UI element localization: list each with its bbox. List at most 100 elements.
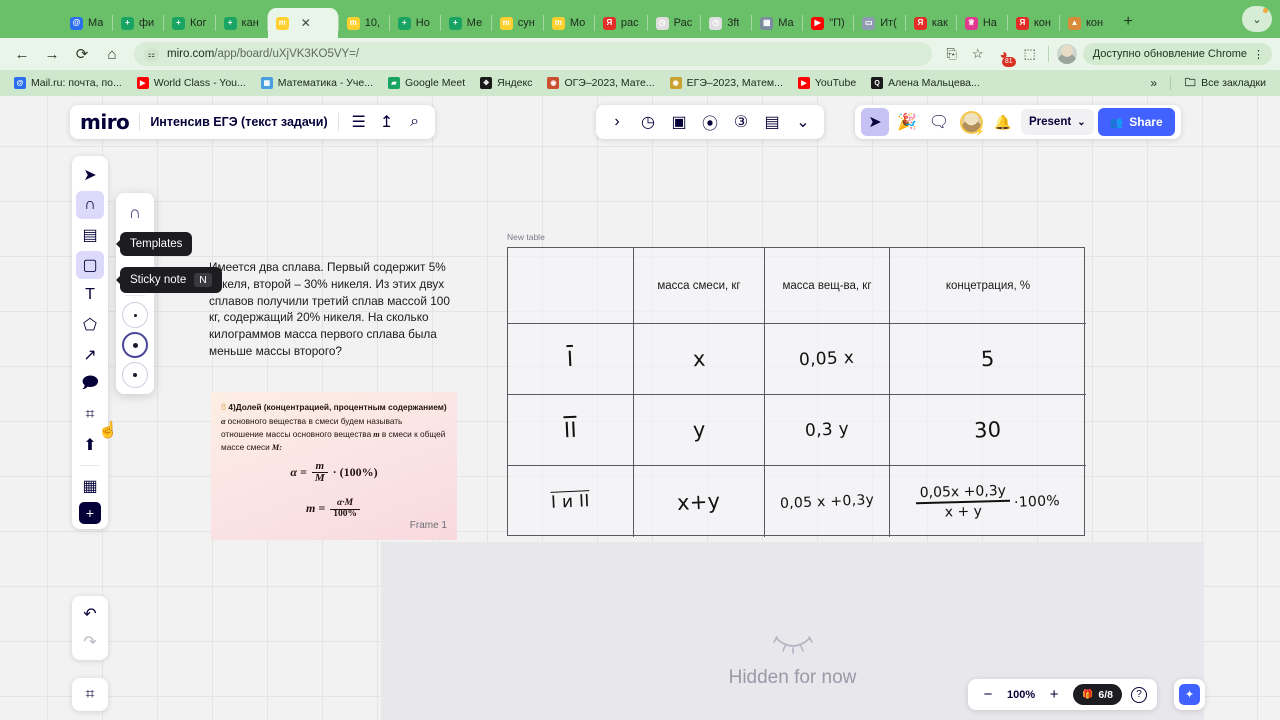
back-button[interactable]: ← bbox=[8, 40, 36, 68]
miro-canvas[interactable]: Имеется два сплава. Первый содержит 5% н… bbox=[0, 96, 1280, 720]
upload-icon[interactable]: ↥ bbox=[377, 112, 397, 132]
table-row-3-conc[interactable]: 0,05x +0,3y x + y ·100% bbox=[890, 466, 1086, 537]
tool-table-tool[interactable]: ▦ bbox=[76, 472, 104, 500]
extensions-puzzle-icon[interactable]: ⬚ bbox=[1018, 42, 1042, 66]
table-row-1-substance[interactable]: 0,05 x bbox=[765, 324, 890, 395]
board-title[interactable]: Интенсив ЕГЭ (текст задачи) bbox=[150, 115, 327, 129]
present-button[interactable]: Present ⌄ bbox=[1021, 109, 1094, 135]
browser-tab-9[interactable]: m Мо bbox=[544, 8, 594, 38]
timer-icon[interactable]: ◷ bbox=[635, 109, 661, 135]
tool-templates-tool[interactable]: ▤ bbox=[76, 221, 104, 249]
notifications-icon[interactable]: 🔔 bbox=[989, 108, 1017, 136]
browser-tab-1[interactable]: + фи bbox=[113, 8, 163, 38]
home-button[interactable]: ⌂ bbox=[98, 40, 126, 68]
site-settings-icon[interactable]: ⚏ bbox=[144, 46, 159, 62]
zoom-out-button[interactable]: − bbox=[978, 685, 998, 705]
miro-ai-button[interactable]: ✦ bbox=[1174, 679, 1205, 710]
bookmark-item-0[interactable]: @ Mail.ru: почта, по... bbox=[8, 75, 128, 91]
bookmarks-overflow-icon[interactable]: » bbox=[1144, 74, 1163, 92]
onboarding-progress-pill[interactable]: 🎁 6/8 bbox=[1073, 684, 1122, 705]
search-icon[interactable]: ⌕ bbox=[405, 112, 425, 132]
browser-tab-19[interactable]: ▲ кон bbox=[1060, 8, 1111, 38]
focus-icon[interactable]: ⦿ bbox=[697, 109, 723, 135]
screenshot-icon[interactable]: ▣ bbox=[666, 109, 692, 135]
bookmark-star-icon[interactable]: ☆ bbox=[966, 42, 990, 66]
browser-tab-16[interactable]: Якак bbox=[906, 8, 956, 38]
menu-icon[interactable]: ☰ bbox=[349, 112, 369, 132]
comment-icon[interactable]: 🗨 bbox=[925, 108, 953, 136]
tool-connector-tool[interactable]: ↗ bbox=[76, 341, 104, 369]
zoom-in-button[interactable]: + bbox=[1044, 685, 1064, 705]
browser-tab-5[interactable]: m 10, bbox=[339, 8, 389, 38]
bookmark-item-2[interactable]: ▦ Математика - Уче... bbox=[255, 75, 379, 91]
browser-tab-15[interactable]: ▭ Ит( bbox=[854, 8, 905, 38]
table-row-3-mass[interactable]: x+y bbox=[634, 466, 765, 537]
browser-tab-2[interactable]: + Ког bbox=[164, 8, 215, 38]
notes-icon[interactable]: ▤ bbox=[759, 109, 785, 135]
stroke-size-option-2[interactable] bbox=[122, 362, 148, 388]
browser-tab-10[interactable]: Ярас bbox=[595, 8, 647, 38]
browser-tab-11[interactable]: ◷ Рас bbox=[648, 8, 701, 38]
browser-menu-icon[interactable]: ⋮ bbox=[1253, 48, 1264, 61]
table-row-1-mass[interactable]: x bbox=[634, 324, 765, 395]
copy-link-icon[interactable]: ⎘ bbox=[940, 42, 964, 66]
browser-tab-0[interactable]: @ Ма bbox=[62, 8, 112, 38]
all-bookmarks-button[interactable]: 🗀 Все закладки bbox=[1178, 75, 1272, 91]
stroke-size-option-1[interactable] bbox=[122, 332, 148, 358]
browser-tab-17[interactable]: ♕ На bbox=[957, 8, 1007, 38]
chevron-down-icon[interactable]: ⌄ bbox=[1077, 117, 1085, 128]
bookmark-item-1[interactable]: ▶ World Class - You... bbox=[131, 75, 252, 91]
browser-tab-7[interactable]: + Ме bbox=[441, 8, 491, 38]
pen-icon[interactable]: ∩ bbox=[121, 199, 149, 227]
table-row-2-substance[interactable]: 0,3 y bbox=[765, 395, 890, 466]
collaborator-avatar[interactable] bbox=[957, 108, 985, 136]
formula-card[interactable]: 8 4)Долей (концентрацией, процентным сод… bbox=[211, 392, 457, 540]
chrome-update-button[interactable]: Доступно обновление Chrome ⋮ bbox=[1082, 43, 1272, 65]
cursor-share-icon[interactable]: ➤ bbox=[861, 108, 889, 136]
table-row-3-substance[interactable]: 0,05 x +0,3y bbox=[765, 466, 890, 537]
bookmark-item-4[interactable]: ✥ Яндекс bbox=[474, 75, 538, 91]
tab-search-chevron-icon[interactable]: ⌄ bbox=[1242, 6, 1272, 32]
browser-tab-4[interactable]: m ✕ bbox=[267, 8, 338, 38]
help-icon[interactable]: ? bbox=[1130, 686, 1147, 703]
celebrate-icon[interactable]: 🎉 bbox=[893, 108, 921, 136]
stroke-size-option-0[interactable] bbox=[122, 302, 148, 328]
address-bar[interactable]: ⚏ miro.com/app/board/uXjVK3KO5VY=/ bbox=[134, 42, 932, 66]
bookmark-item-3[interactable]: ▰ Google Meet bbox=[382, 75, 471, 91]
browser-tab-14[interactable]: ▶ "П) bbox=[803, 8, 853, 38]
profile-avatar[interactable] bbox=[1055, 42, 1079, 66]
bookmark-item-8[interactable]: Q Алена Мальцева... bbox=[865, 75, 986, 91]
add-tool-button[interactable]: + bbox=[79, 502, 101, 524]
table-row-1-label[interactable]: I bbox=[508, 324, 634, 395]
browser-tab-13[interactable]: ▦ Ма bbox=[752, 8, 802, 38]
frames-icon[interactable]: ⌗ bbox=[76, 681, 104, 709]
new-tab-button[interactable]: + bbox=[1115, 9, 1141, 35]
browser-tab-8[interactable]: m сун bbox=[492, 8, 543, 38]
extension-icon[interactable]: ◕ 81 bbox=[992, 42, 1016, 67]
table-row-2-conc[interactable]: 30 bbox=[890, 395, 1086, 466]
table-row-2-label[interactable]: II bbox=[508, 395, 634, 466]
browser-tab-6[interactable]: + Но bbox=[390, 8, 440, 38]
redo-icon[interactable]: ↷ bbox=[76, 628, 104, 656]
board-table[interactable]: масса смеси, кг масса вещ-ва, кг концетр… bbox=[507, 247, 1086, 537]
table-row-3-label[interactable]: I и II bbox=[508, 466, 634, 537]
bookmark-item-7[interactable]: ▶ YouTube bbox=[792, 75, 862, 91]
tool-text-tool[interactable]: T bbox=[76, 281, 104, 309]
problem-text-block[interactable]: Имеется два сплава. Первый содержит 5% н… bbox=[209, 259, 459, 360]
frames-panel-button[interactable]: ⌗ bbox=[72, 678, 108, 711]
share-button[interactable]: 👥 Share bbox=[1097, 108, 1175, 136]
browser-tab-12[interactable]: ◷ 3ft bbox=[701, 8, 751, 38]
tool-comment-tool[interactable]: 🗩 bbox=[76, 371, 104, 399]
bookmark-item-5[interactable]: ◉ ОГЭ–2023, Мате... bbox=[541, 75, 660, 91]
miro-logo[interactable]: miro bbox=[80, 112, 130, 132]
table-row-2-mass[interactable]: y bbox=[634, 395, 765, 466]
more-icon[interactable]: ⌄ bbox=[790, 109, 816, 135]
tool-select-tool[interactable]: ➤ bbox=[76, 161, 104, 189]
browser-tab-18[interactable]: Якон bbox=[1008, 8, 1059, 38]
table-row-1-conc[interactable]: 5 bbox=[890, 324, 1086, 395]
bookmark-item-6[interactable]: ◉ ЕГЭ–2023, Матем... bbox=[664, 75, 789, 91]
voting-icon[interactable]: ③ bbox=[728, 109, 754, 135]
tool-pen-tool[interactable]: ∩ bbox=[76, 191, 104, 219]
browser-tab-3[interactable]: + кан bbox=[216, 8, 267, 38]
reload-button[interactable]: ⟳ bbox=[68, 40, 96, 68]
